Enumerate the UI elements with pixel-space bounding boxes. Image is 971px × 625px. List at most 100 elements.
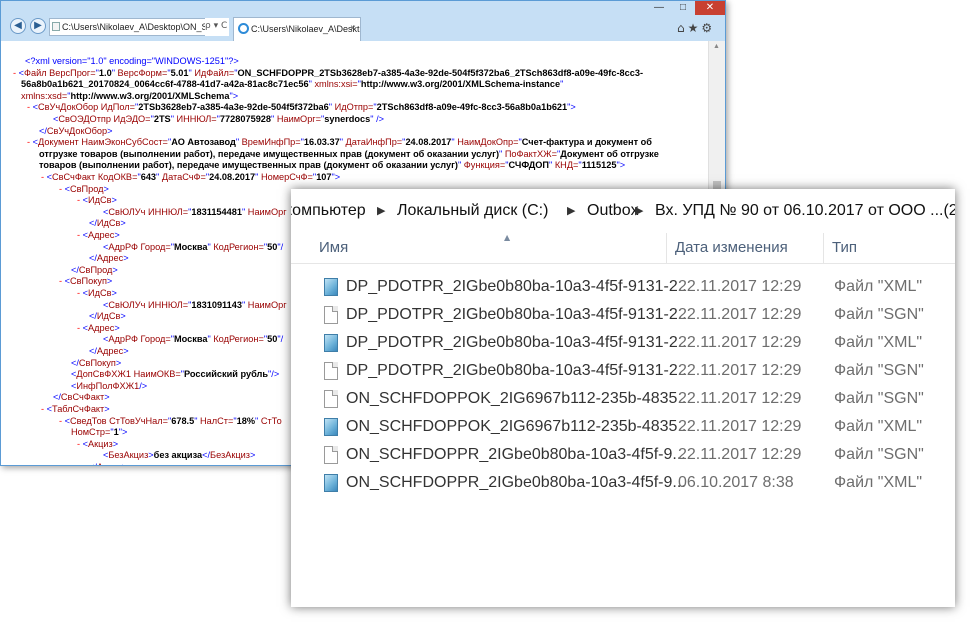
xml-token: СведТов: [70, 415, 107, 426]
xml-token: >: [103, 183, 109, 194]
xml-token: Документ об отгрузке: [560, 148, 659, 159]
xml-line: - <СвПрод>: [59, 184, 109, 196]
xml-token: 2TSch863df8-a09e-49fc-8cc3-56a8b0a1b621: [376, 102, 568, 113]
xml-token: 1115125: [581, 160, 617, 171]
xml-token: КодРегион=: [210, 241, 264, 252]
breadcrumb-chevron-icon[interactable]: ▶: [635, 189, 643, 233]
file-type: Файл "XML": [834, 278, 923, 295]
file-type: Файл "XML": [834, 474, 923, 491]
breadcrumb-chevron-icon[interactable]: ▶: [567, 189, 575, 233]
close-tab-icon[interactable]: ×: [350, 18, 356, 40]
xml-token: Функция=: [461, 160, 506, 171]
back-arrow-icon[interactable]: ◀: [10, 18, 26, 34]
xml-token: Город=: [137, 334, 171, 345]
xml-token: 16.03.37: [303, 137, 340, 148]
xml-token: СвУчДокОбор: [46, 125, 108, 136]
file-name: ON_SCHFDOPPOK_2IG6967b112-235b-4835...: [346, 418, 686, 435]
scroll-up-icon[interactable]: ▲: [713, 43, 720, 50]
file-date: 22.11.2017 12:29: [678, 306, 802, 323]
xml-token: >: [112, 264, 118, 275]
xml-token: НаимДокОпр=: [454, 137, 519, 148]
xml-token: ">: [331, 172, 341, 182]
xml-token: xmlns:xsi=: [311, 79, 358, 90]
breadcrumb[interactable]: компьютер ▶ Локальный диск (C:) ▶ Outbox ▶ Вх.…: [291, 189, 955, 233]
xml-line: <БезАкциз>без акциза</БезАкциз>: [103, 450, 255, 462]
breadcrumb-chevron-icon[interactable]: ▶: [377, 189, 385, 233]
file-row[interactable]: DP_PDOTPR_2IGbe0b80ba-10a3-4f5f-9131-2..…: [311, 329, 951, 356]
xml-token: synerdocs: [324, 114, 371, 124]
maximize-button[interactable]: □: [671, 1, 695, 15]
file-date: 22.11.2017 12:29: [678, 446, 802, 463]
column-date-modified[interactable]: Дата изменения: [667, 233, 824, 263]
xml-token: Файл: [24, 67, 47, 78]
file-type: Файл "SGN": [834, 446, 924, 463]
xml-token: >: [115, 357, 122, 368]
xml-token: СвПокуп: [70, 276, 107, 287]
file-type: Файл "SGN": [834, 390, 924, 407]
home-favorites-settings-icons[interactable]: ⌂★⚙: [677, 21, 717, 35]
xml-line: 56a8b0a1b621_20170824_0064cc6f-4788-41d7…: [21, 79, 563, 91]
ie-tab[interactable]: C:\Users\Nikolaev_A\Deskt... ×: [233, 17, 361, 41]
xml-line: <ДопСвФХЖ1 НаимОКВ="Российский рубль"/>: [71, 369, 279, 381]
xml-token: "/>: [268, 369, 280, 380]
xml-token: >: [249, 450, 256, 461]
forward-arrow-icon[interactable]: ▶: [30, 18, 46, 34]
xml-token: http://www.w3.org/2001/XMLSchema-instanc…: [360, 79, 561, 90]
file-row[interactable]: ON_SCHFDOPPOK_2IG6967b112-235b-4835... 22…: [311, 385, 951, 412]
xml-token: />: [139, 380, 148, 391]
column-type-label: Тип: [832, 239, 858, 256]
address-bar[interactable]: C:\Users\Nikolaev_A\Desktop\ON_SCHFD(: [49, 18, 229, 36]
xml-token: ДатаСчФ=: [159, 172, 206, 182]
minimize-button[interactable]: —: [647, 1, 671, 15]
ie-logo-icon: [238, 23, 249, 34]
xml-line: <СвЮЛУч ИННЮЛ="1831091143" НаимОрг: [103, 300, 287, 312]
xml-token: 7728075928: [219, 114, 272, 124]
xml-token: 1831091143: [191, 299, 242, 310]
xml-token: НаимЭконСубСост=: [78, 137, 168, 148]
file-name: DP_PDOTPR_2IGbe0b80ba-10a3-4f5f-9131-2..…: [346, 306, 686, 323]
file-row[interactable]: ON_SCHFDOPPOK_2IG6967b112-235b-4835... 22…: [311, 413, 951, 440]
xml-token: " />: [370, 114, 384, 124]
file-row[interactable]: DP_PDOTPR_2IGbe0b80ba-10a3-4f5f-9131-2..…: [311, 273, 951, 300]
file-row[interactable]: ON_SCHFDOPPR_2IGbe0b80ba-10a3-4f5f-9... 2…: [311, 441, 951, 468]
xml-line: - <СвПокуп>: [59, 276, 112, 288]
column-name[interactable]: Имя ▲: [311, 233, 667, 263]
xml-token: >: [122, 462, 127, 465]
xml-token: СвЮЛУч: [108, 299, 146, 310]
xml-token: </: [71, 357, 79, 368]
breadcrumb-item[interactable]: компьютер: [291, 189, 366, 233]
xml-token: ДатаИнфПр=: [342, 137, 403, 148]
xml-token: Город=: [137, 241, 171, 252]
breadcrumb-item[interactable]: Outbox: [587, 189, 639, 233]
xml-token: </: [89, 253, 97, 264]
xml-token: СвЮЛУч: [108, 206, 146, 217]
file-name: ON_SCHFDOPPR_2IGbe0b80ba-10a3-4f5f-9...: [346, 446, 686, 463]
close-window-button[interactable]: ✕: [695, 1, 725, 15]
xml-token: ИдЭДО=: [111, 114, 151, 124]
file-name: DP_PDOTPR_2IGbe0b80ba-10a3-4f5f-9131-2..…: [346, 362, 686, 379]
xml-line: товаров (выполнении работ), передаче иму…: [39, 160, 625, 172]
xml-token: Адрес: [88, 322, 115, 333]
file-row[interactable]: ON_SCHFDOPPR_2IGbe0b80ba-10a3-4f5f-9... 0…: [311, 469, 951, 496]
xml-token: 1.0: [98, 67, 112, 78]
xml-token: ИдСв: [96, 311, 121, 322]
xml-token: ON_SCHFDOPPR_2TSb3628eb7-a385-4a3e-92de-…: [237, 67, 643, 78]
xml-file-icon: [324, 334, 338, 352]
xml-token: ": [560, 79, 564, 90]
xml-token: </: [71, 264, 79, 275]
xml-line: отгрузке товаров (выполнении работ), пер…: [39, 149, 659, 161]
xml-token: СвСчФакт: [60, 392, 105, 403]
xml-token: </: [39, 125, 47, 136]
xml-token: ИННЮЛ=: [145, 206, 189, 217]
breadcrumb-item[interactable]: Вх. УПД № 90 от 06.10.2017 от ООО ...(22…: [655, 189, 955, 233]
xml-token: 2TSb3628eb7-a385-4a3e-92de-504f5f372ba6: [138, 102, 329, 113]
file-date: 06.10.2017 8:38: [678, 474, 794, 491]
xml-file-icon: [324, 278, 338, 296]
search-refresh-icons[interactable]: ρ ▾ C: [205, 18, 229, 36]
file-row[interactable]: DP_PDOTPR_2IGbe0b80ba-10a3-4f5f-9131-2..…: [311, 301, 951, 328]
breadcrumb-item[interactable]: Локальный диск (C:): [397, 189, 548, 233]
file-row[interactable]: DP_PDOTPR_2IGbe0b80ba-10a3-4f5f-9131-2..…: [311, 357, 951, 384]
column-type[interactable]: Тип: [824, 233, 955, 263]
xml-token: БезАкциз: [108, 450, 149, 461]
page-icon: [52, 22, 60, 31]
